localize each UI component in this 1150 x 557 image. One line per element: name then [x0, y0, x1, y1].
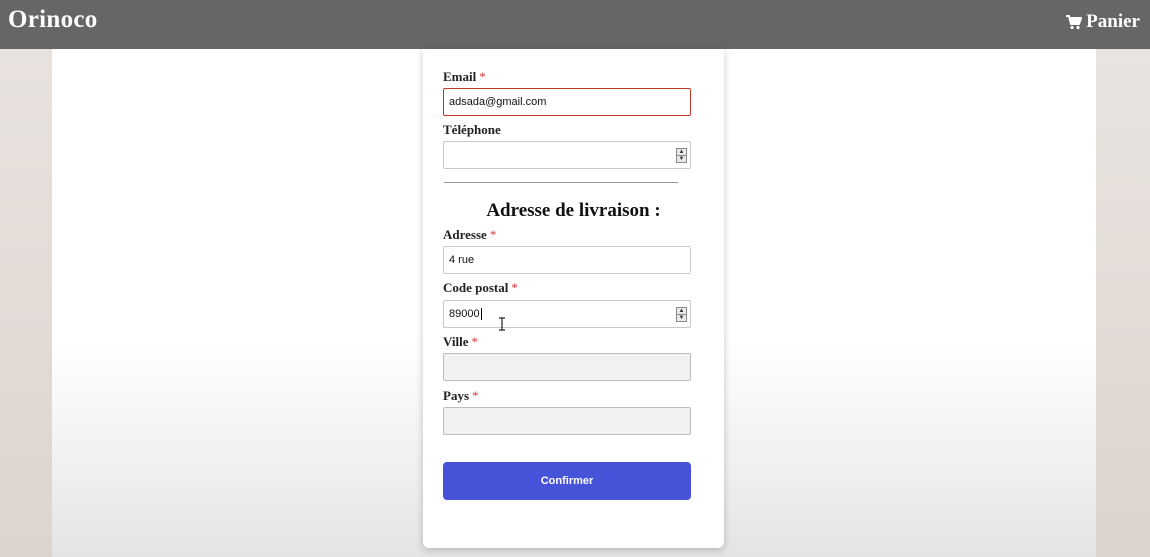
spin-down-icon[interactable]: ▼: [677, 314, 686, 321]
postal-code-spinner[interactable]: ▲ ▼: [676, 307, 687, 322]
text-cursor-icon: [498, 317, 506, 336]
confirm-button[interactable]: Confirmer: [443, 462, 691, 500]
country-label: Pays *: [443, 388, 479, 403]
postal-code-label: Code postal *: [443, 280, 518, 295]
phone-number-spinner[interactable]: ▲ ▼: [676, 148, 687, 163]
city-input[interactable]: [443, 353, 691, 381]
email-label: Email *: [443, 69, 486, 84]
phone-label: Téléphone: [443, 122, 501, 137]
section-divider: [444, 182, 678, 183]
city-label: Ville *: [443, 334, 479, 349]
address-label: Adresse *: [443, 227, 497, 242]
required-mark: *: [479, 69, 486, 84]
required-mark: *: [511, 280, 518, 295]
background-left-edge: [0, 49, 52, 557]
phone-input[interactable]: ▲ ▼: [443, 141, 691, 169]
top-navbar: Orinoco Panier: [0, 0, 1150, 49]
shopping-cart-icon: [1066, 14, 1083, 30]
postal-code-input[interactable]: 89000 ▲ ▼: [443, 300, 691, 328]
required-mark: *: [489, 227, 497, 242]
cart-link[interactable]: Panier: [1066, 11, 1140, 33]
spin-down-icon[interactable]: ▼: [677, 155, 686, 162]
cart-label: Panier: [1086, 11, 1140, 32]
address-input[interactable]: 4 rue: [443, 246, 691, 274]
required-mark: *: [472, 388, 479, 403]
email-input[interactable]: adsada@gmail.com: [443, 88, 691, 116]
country-input[interactable]: [443, 407, 691, 435]
required-mark: *: [471, 334, 479, 349]
order-form-card: Email * adsada@gmail.com Téléphone ▲ ▼ Ad…: [423, 49, 724, 548]
text-caret: [480, 308, 482, 320]
background-right-edge: [1096, 49, 1150, 557]
delivery-address-heading: Adresse de livraison :: [486, 200, 661, 221]
brand-logo-link[interactable]: Orinoco: [8, 6, 98, 34]
